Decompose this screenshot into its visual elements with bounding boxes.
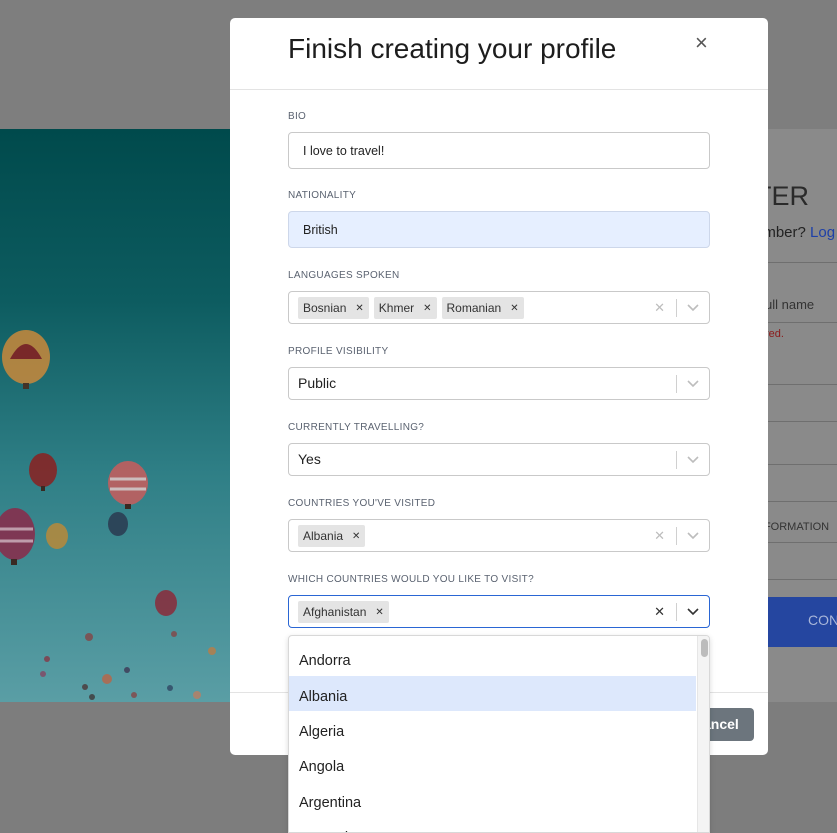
chevron-down-icon[interactable] (686, 452, 700, 466)
balloon-large (2, 330, 50, 389)
wishlist-label: WHICH COUNTRIES WOULD YOU LIKE TO VISIT? (288, 574, 534, 585)
divider (768, 421, 837, 422)
indicator-separator (676, 375, 677, 393)
divider (768, 384, 837, 385)
remove-chip-icon[interactable]: ✕ (375, 607, 383, 618)
clear-icon[interactable]: ✕ (654, 604, 665, 620)
fullname-error: red. (768, 328, 784, 340)
bio-label: BIO (288, 111, 307, 122)
divider (768, 464, 837, 465)
chevron-down-icon[interactable] (686, 376, 700, 390)
indicator-separator (676, 299, 677, 317)
scrollbar-thumb[interactable] (701, 639, 708, 657)
chevron-down-icon[interactable] (686, 604, 700, 618)
dropdown-option[interactable]: Angola (289, 746, 696, 781)
visited-select[interactable]: Albania ✕ ✕ (288, 519, 710, 552)
background-register-panel: TER ember? Log ull name red. NFORMATION … (768, 129, 837, 702)
languages-chips: Bosnian ✕ Khmer ✕ Romanian ✕ (298, 297, 524, 319)
bio-input[interactable]: I love to travel! (288, 132, 710, 169)
remove-chip-icon[interactable]: ✕ (510, 303, 518, 314)
travelling-label: CURRENTLY TRAVELLING? (288, 422, 425, 433)
remove-chip-icon[interactable]: ✕ (355, 303, 363, 314)
modal-title: Finish creating your profile (288, 33, 617, 64)
register-title: TER (768, 181, 809, 211)
nationality-input[interactable]: British (288, 211, 710, 248)
member-prompt: ember? Log (768, 224, 836, 241)
close-icon[interactable]: × (695, 32, 708, 54)
login-link: Log (810, 224, 836, 241)
modal-header: Finish creating your profile × (230, 18, 768, 90)
divider (768, 262, 837, 263)
visibility-select[interactable]: Public (288, 367, 710, 400)
visited-chips: Albania ✕ (298, 525, 366, 547)
dropdown-scrollbar[interactable] (697, 636, 709, 832)
indicator-separator (676, 451, 677, 469)
country-chip: Albania ✕ (298, 525, 366, 547)
visibility-value: Public (298, 375, 337, 391)
remove-chip-icon[interactable]: ✕ (423, 303, 431, 314)
languages-select[interactable]: Bosnian ✕ Khmer ✕ Romanian ✕ ✕ (288, 291, 710, 324)
clear-icon[interactable]: ✕ (654, 300, 665, 316)
language-chip: Romanian ✕ (441, 297, 524, 319)
fullname-placeholder: ull name (768, 297, 815, 312)
divider (768, 542, 837, 543)
travelling-value: Yes (298, 451, 321, 467)
dropdown-option[interactable]: Antarctica (289, 817, 696, 832)
remove-chip-icon[interactable]: ✕ (352, 531, 360, 542)
country-dropdown-menu: Andorra Albania Algeria Angola Argentina… (288, 635, 710, 833)
dropdown-option[interactable]: Argentina (289, 782, 696, 817)
nationality-label: NATIONALITY (288, 190, 357, 201)
continue-button: CON (768, 597, 837, 647)
info-heading: NFORMATION (768, 521, 830, 533)
divider (768, 322, 837, 323)
country-chip: Afghanistan ✕ (298, 601, 389, 623)
languages-label: LANGUAGES SPOKEN (288, 270, 400, 281)
wishlist-chips: Afghanistan ✕ (298, 601, 389, 623)
indicator-separator (676, 527, 677, 545)
clear-icon[interactable]: ✕ (654, 528, 665, 544)
wishlist-select[interactable]: Afghanistan ✕ ✕ (288, 595, 710, 628)
indicator-separator (676, 603, 677, 621)
balloon-photo (0, 129, 232, 702)
visited-label: COUNTRIES YOU'VE VISITED (288, 498, 436, 509)
dropdown-option[interactable]: Algeria (289, 711, 696, 746)
divider (768, 579, 837, 580)
language-chip: Bosnian ✕ (298, 297, 369, 319)
travelling-select[interactable]: Yes (288, 443, 710, 476)
language-chip: Khmer ✕ (373, 297, 437, 319)
dropdown-option[interactable]: Andorra (289, 640, 696, 675)
chevron-down-icon[interactable] (686, 528, 700, 542)
dropdown-option-highlighted[interactable]: Albania (289, 676, 696, 711)
chevron-down-icon[interactable] (686, 300, 700, 314)
divider (768, 501, 837, 502)
visibility-label: PROFILE VISIBILITY (288, 346, 389, 357)
